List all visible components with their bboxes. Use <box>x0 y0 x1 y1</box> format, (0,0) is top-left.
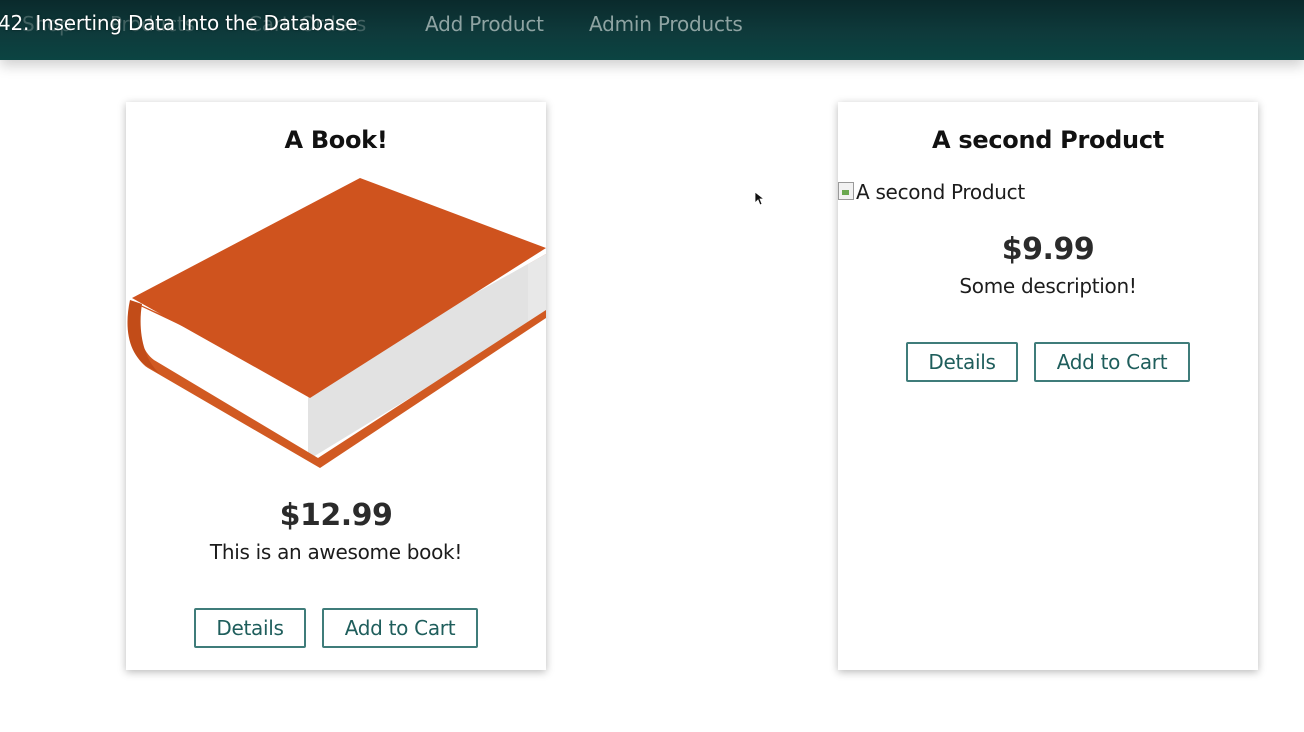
add-to-cart-button[interactable]: Add to Cart <box>1034 342 1190 382</box>
video-title-overlay: 42. Inserting Data Into the Database <box>0 11 358 35</box>
product-description: This is an awesome book! <box>209 540 463 564</box>
product-card: A Book! $12.99 This is an awesome book! … <box>126 102 546 670</box>
product-title: A second Product <box>932 126 1164 154</box>
mouse-cursor-icon <box>755 192 765 206</box>
nav-link-add-product[interactable]: Add Product <box>425 12 544 36</box>
product-price: $12.99 <box>279 498 393 533</box>
main-navbar: Shop Products Cart Orders Add Product Ad… <box>0 0 1304 60</box>
image-alt-text: A second Product <box>856 180 1025 204</box>
add-to-cart-button[interactable]: Add to Cart <box>322 608 478 648</box>
product-image-broken: A second Product <box>838 180 1025 204</box>
details-button[interactable]: Details <box>194 608 306 648</box>
product-title: A Book! <box>284 126 388 154</box>
product-card: A second Product A second Product $9.99 … <box>838 102 1258 670</box>
product-price: $9.99 <box>1001 232 1095 267</box>
details-button[interactable]: Details <box>906 342 1018 382</box>
broken-image-icon <box>838 182 854 200</box>
product-description: Some description! <box>959 274 1137 298</box>
nav-link-admin-products[interactable]: Admin Products <box>589 12 743 36</box>
book-image <box>127 178 546 468</box>
